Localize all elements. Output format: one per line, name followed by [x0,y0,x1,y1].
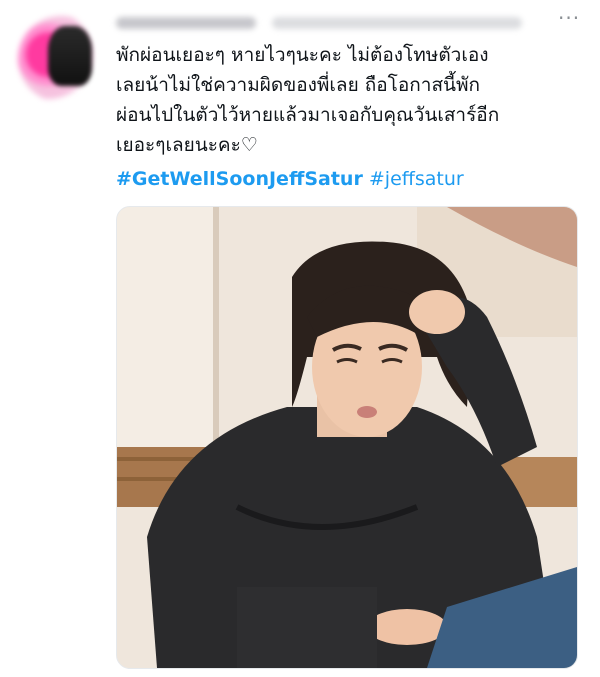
hashtag-link[interactable]: #GetWellSoonJeffSatur [116,168,363,190]
tweet-header: ··· [116,7,586,33]
avatar-figure [48,26,92,86]
tweet-text: พักผ่อนเยอะๆ หายไวๆนะคะ ไม่ต้องโทษตัวเอง… [116,40,586,160]
tweet-text-line: เยอะๆเลยนะคะ♡ [116,134,258,156]
hashtag-row: #GetWellSoonJeffSatur #jeffsatur [116,164,464,194]
tweet-card: ··· พักผ่อนเยอะๆ หายไวๆนะคะ ไม่ต้องโทษตั… [0,0,600,677]
blurred-handle-and-time [272,17,522,29]
tweet-text-line: เลยน้าไม่ใช่ความผิดของพี่เลย ถือโอกาสนี้… [116,74,481,96]
hashtag-link[interactable]: #jeffsatur [369,168,464,190]
ellipsis-icon[interactable]: ··· [558,7,580,29]
tweet-text-line: พักผ่อนเยอะๆ หายไวๆนะคะ ไม่ต้องโทษตัวเอง [116,44,489,66]
tweet-text-line: ผ่อนไปในตัวไว้หายแล้วมาเจอกับคุณวันเสาร์… [116,104,500,126]
tweet-photo[interactable] [116,206,578,669]
photo-illustration [117,207,577,668]
blurred-display-name [116,17,256,29]
